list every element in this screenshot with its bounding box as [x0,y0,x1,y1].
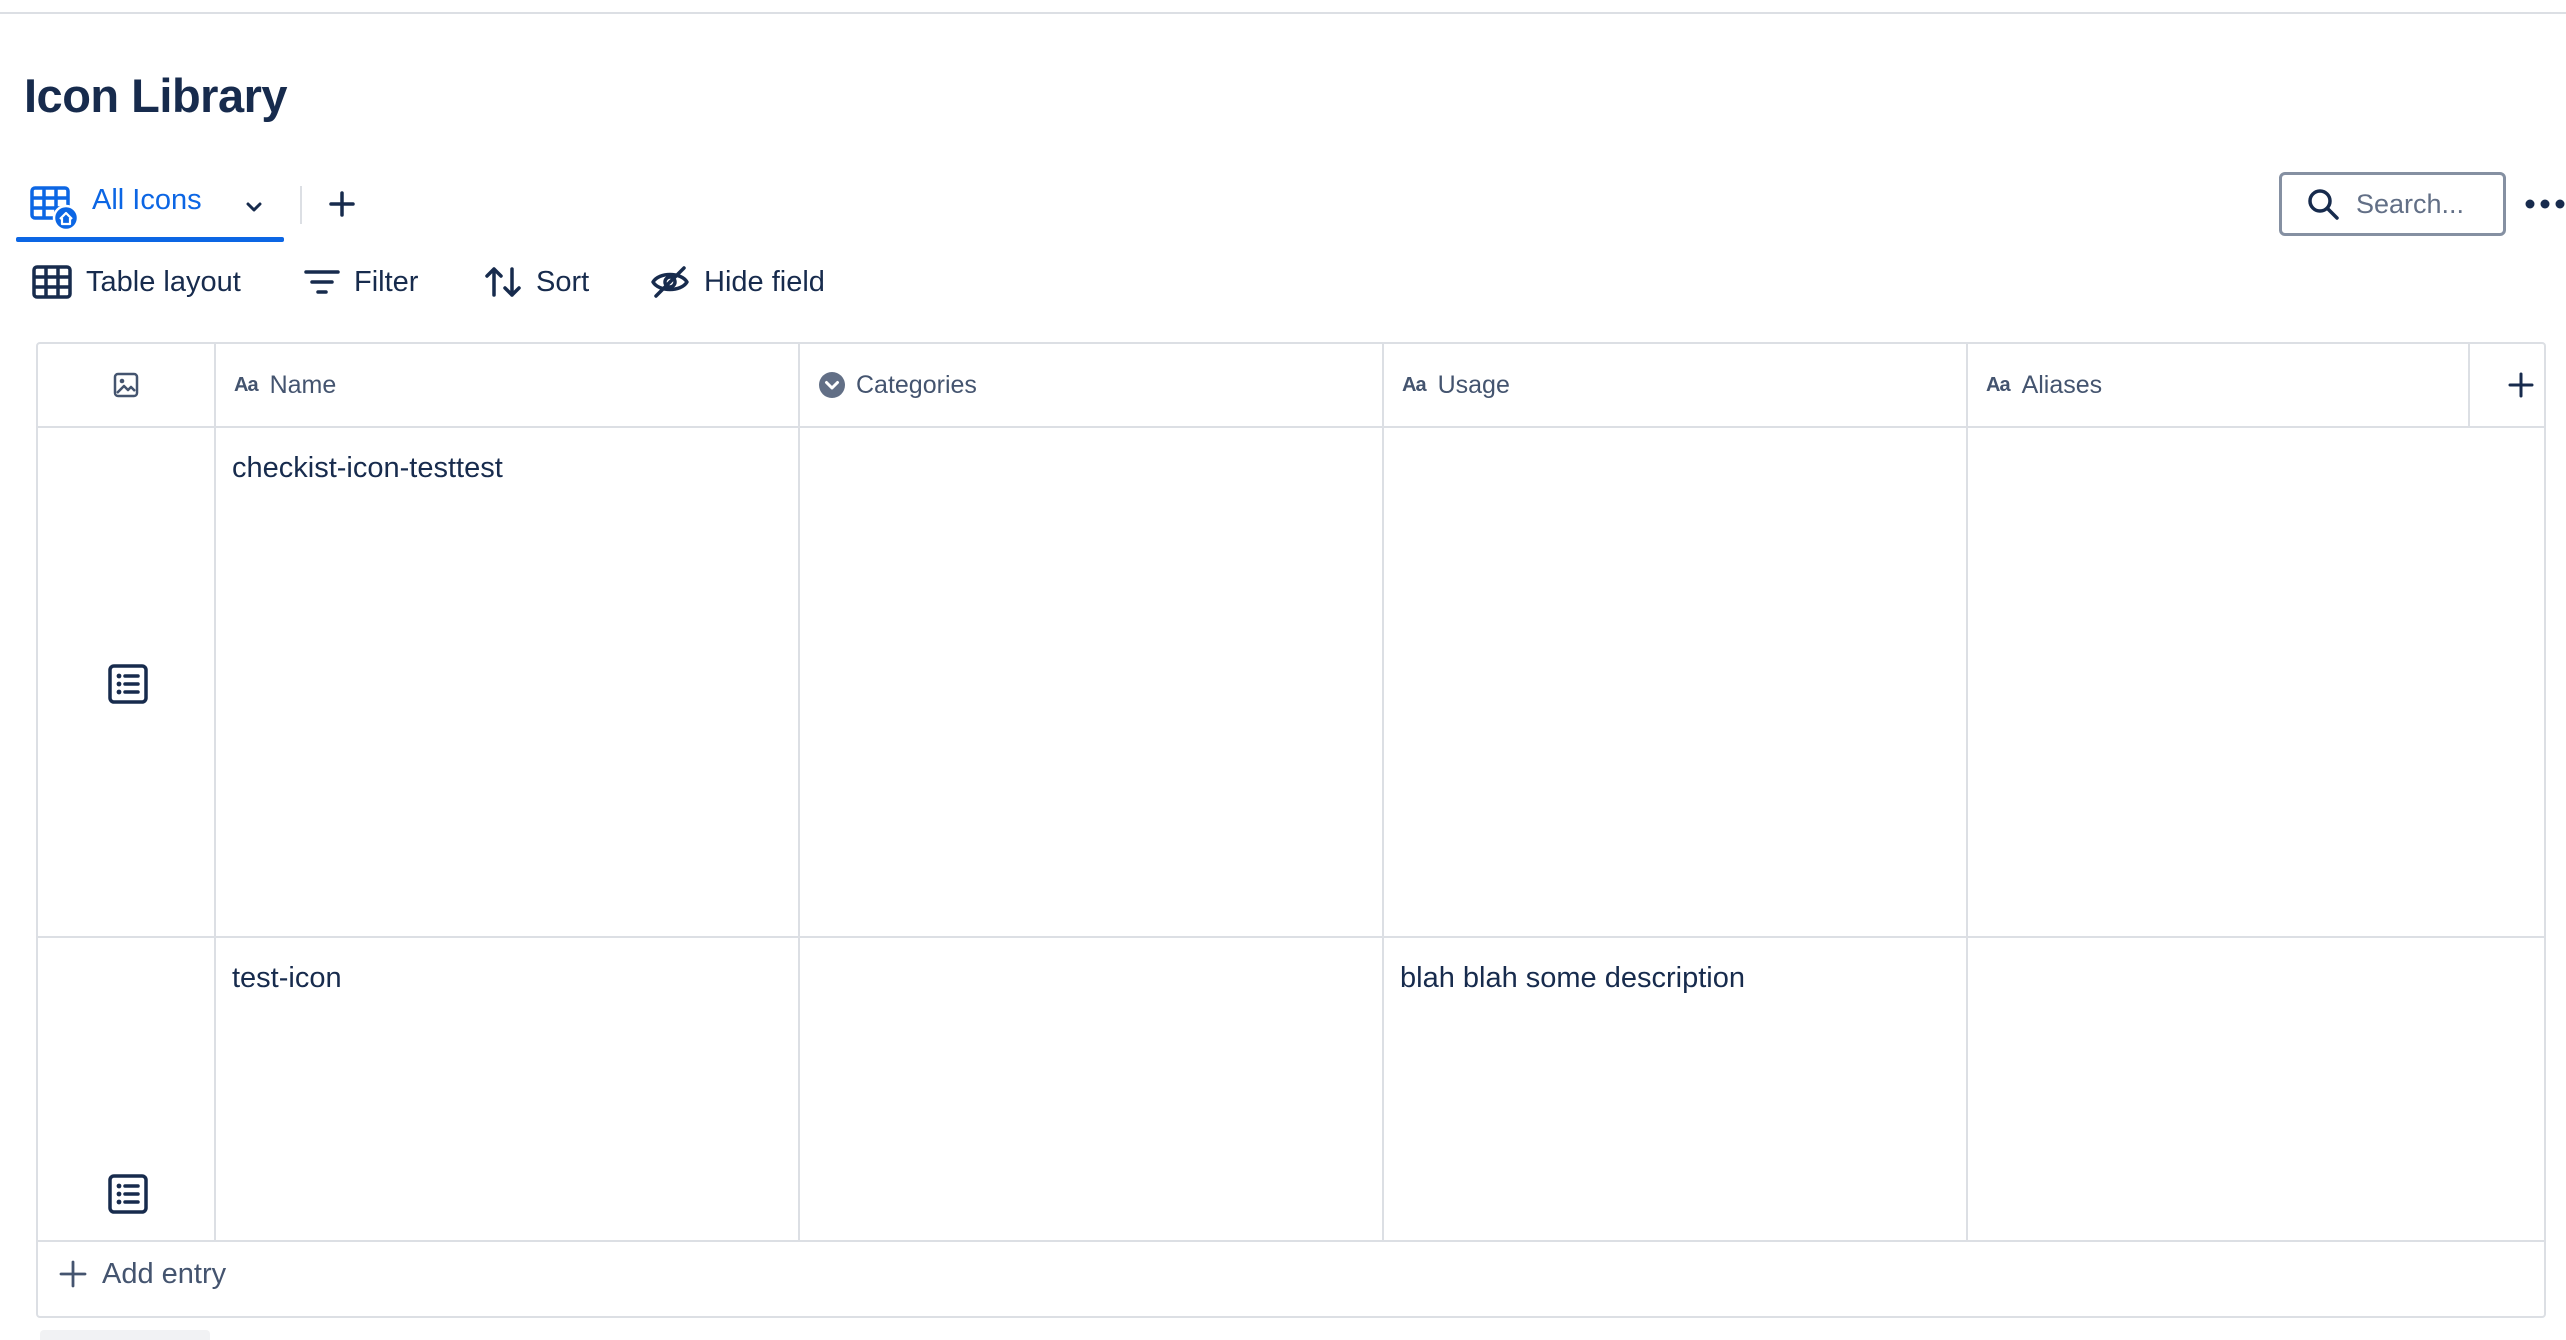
row-divider [38,1240,2544,1242]
column-header-label: Aliases [2021,370,2103,399]
tab-label: All Icons [92,184,202,216]
sort-button[interactable]: Sort [484,258,589,306]
hide-field-button[interactable]: Hide field [650,258,825,306]
table-layout-label: Table layout [86,265,241,298]
column-divider [214,344,216,1240]
tab-divider [300,186,302,224]
hide-field-label: Hide field [704,265,825,298]
row-divider [38,936,2544,938]
table-layout-button[interactable]: Table layout [32,258,241,306]
bottom-edge-tab [40,1330,210,1340]
row-divider [38,426,2544,428]
text-field-icon: Aa [1986,373,2011,396]
add-entry-button[interactable]: Add entry [58,1244,226,1304]
column-divider [2468,344,2470,426]
page-title: Icon Library [24,69,288,122]
table-grid-icon [32,265,72,299]
chevron-down-icon[interactable] [241,194,267,220]
plus-icon [59,1260,87,1288]
column-divider [798,344,800,1240]
more-actions-button[interactable] [2524,186,2566,222]
sort-icon [485,267,521,297]
add-view-button[interactable] [322,184,362,224]
column-header-label: Categories [856,370,977,399]
more-horizontal-icon [2525,199,2565,209]
table-cell-name[interactable]: checkist-icon-testtest [232,452,503,485]
table-cell-name[interactable]: test-icon [232,962,342,995]
column-header-image[interactable] [38,344,214,426]
sort-label: Sort [536,265,590,298]
column-divider [1966,344,1968,1240]
filter-label: Filter [354,265,419,298]
plus-icon [2508,372,2534,398]
text-field-icon: Aa [1402,373,1427,396]
add-column-button[interactable] [2500,364,2542,406]
filter-button[interactable]: Filter [304,258,418,306]
column-header-label: Usage [1437,370,1510,399]
list-icon[interactable] [106,662,150,706]
plus-icon [329,191,355,217]
active-tab-indicator [16,237,284,242]
table-cell-usage[interactable]: blah blah some description [1400,962,1745,995]
search-field[interactable] [2279,172,2506,236]
column-header-name[interactable]: Aa Name [234,344,336,426]
column-divider [1382,344,1384,1240]
select-field-icon [819,372,845,398]
filter-icon [304,270,340,294]
add-entry-label: Add entry [102,1257,227,1290]
search-input[interactable] [2354,187,2494,221]
top-divider [0,12,2566,14]
table-view-icon [30,186,80,232]
eye-off-icon [651,266,689,298]
icon-table: Aa Name Categories Aa Usage Aa Aliases c… [36,342,2546,1318]
image-icon [113,372,139,398]
list-icon[interactable] [106,1172,150,1216]
text-field-icon: Aa [234,373,259,396]
column-header-categories[interactable]: Categories [818,344,977,426]
column-header-usage[interactable]: Aa Usage [1402,344,1510,426]
column-header-aliases[interactable]: Aa Aliases [1986,344,2102,426]
search-icon [2308,189,2339,220]
column-header-label: Name [269,370,337,399]
tab-all-icons[interactable]: All Icons [16,172,284,242]
